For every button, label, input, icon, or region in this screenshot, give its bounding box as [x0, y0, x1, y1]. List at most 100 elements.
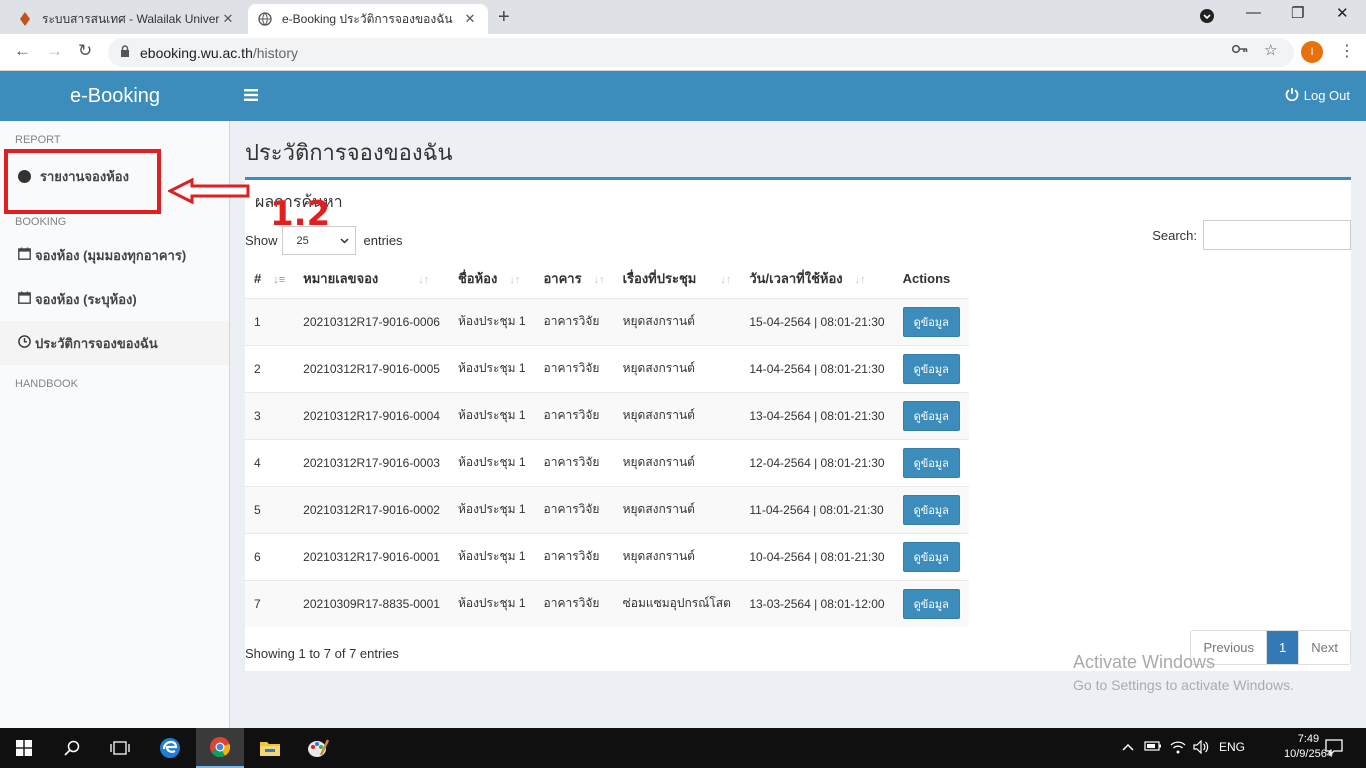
cell-no: 4: [245, 438, 295, 486]
browser-tab[interactable]: ระบบสารสนเทศ - Walailak Universit ✕: [8, 4, 246, 34]
file-explorer-icon[interactable]: [246, 728, 294, 768]
browser-tab-active[interactable]: e-Booking ประวัติการจองของฉัน ✕: [248, 4, 488, 34]
view-details-button[interactable]: ดูข้อมูล: [902, 353, 960, 384]
close-window-icon[interactable]: ✕: [1336, 4, 1349, 22]
sidebar-item-my-history[interactable]: ประวัติการจองของฉัน: [0, 321, 229, 365]
windows-start-icon[interactable]: [0, 728, 48, 768]
url-path: /history: [252, 44, 298, 61]
main-content: ประวัติการจองของฉัน ผลการค้นหา Show 25 e…: [230, 121, 1366, 728]
close-tab-icon[interactable]: ✕: [462, 11, 478, 27]
sort-icon: ↓↑: [509, 274, 521, 287]
restore-icon[interactable]: ❐: [1291, 4, 1304, 22]
sort-icon: ↓↑: [418, 274, 430, 287]
sidebar-header-handbook: HANDBOOK: [15, 378, 78, 390]
cell-datetime: 14-04-2564 | 08:01-21:30: [740, 344, 894, 392]
back-arrow-icon[interactable]: ←: [14, 41, 31, 61]
annotation-highlight-box: [4, 149, 161, 214]
chrome-browser-icon[interactable]: [196, 728, 244, 768]
cell-building: อาคารวิจัย: [534, 579, 614, 627]
key-icon[interactable]: [1231, 41, 1248, 58]
notifications-icon[interactable]: [1325, 738, 1343, 759]
search-icon[interactable]: [48, 728, 96, 768]
edge-browser-icon[interactable]: [146, 728, 194, 768]
activate-windows-watermark: Activate Windows Go to Settings to activ…: [1073, 652, 1294, 693]
pagination-next[interactable]: Next: [1298, 631, 1350, 664]
column-header-datetime[interactable]: วัน/เวลาที่ใช้ห้อง ↓↑: [740, 260, 893, 298]
column-header-room[interactable]: ชื่อห้อง ↓↑: [449, 260, 535, 298]
view-details-button[interactable]: ดูข้อมูล: [902, 447, 960, 478]
cell-datetime: 11-04-2564 | 08:01-21:30: [740, 485, 894, 533]
search-control: Search:: [1152, 220, 1351, 250]
column-header-subject[interactable]: เรื่องที่ประชุม ↓↑: [614, 260, 741, 298]
volume-icon[interactable]: [1193, 739, 1209, 757]
watermark-subtitle: Go to Settings to activate Windows.: [1073, 677, 1294, 693]
cell-building: อาคารวิจัย: [534, 297, 614, 345]
power-icon: [1285, 87, 1299, 104]
entries-label: entries: [363, 233, 403, 248]
tray-chevron-up-icon[interactable]: [1122, 740, 1134, 754]
view-details-button[interactable]: ดูข้อมูล: [902, 306, 960, 337]
browser-toolbar: ← → ↻ ebooking.wu.ac.th/history ☆ I ⋮: [0, 34, 1366, 71]
app-logo[interactable]: e-Booking: [0, 71, 230, 121]
sort-icon: ↓↑: [593, 274, 605, 287]
cell-room: ห้องประชุม 1: [448, 579, 535, 627]
cell-subject: หยุดสงกรานต์: [613, 438, 741, 486]
cell-subject: หยุดสงกรานต์: [613, 391, 741, 439]
column-header-no[interactable]: # ↓≡: [245, 260, 294, 298]
task-view-icon[interactable]: [96, 728, 144, 768]
tab-search-icon[interactable]: [1199, 8, 1215, 28]
minimize-icon[interactable]: —: [1246, 4, 1261, 21]
browser-menu-icon[interactable]: ⋮: [1339, 41, 1355, 61]
cell-subject: หยุดสงกรานต์: [613, 485, 741, 533]
cell-datetime: 13-04-2564 | 08:01-21:30: [740, 391, 894, 439]
sidebar-item-book-by-room[interactable]: จองห้อง (ระบุห้อง): [0, 277, 229, 321]
view-details-button[interactable]: ดูข้อมูล: [902, 588, 960, 619]
university-favicon-icon: [18, 12, 32, 26]
cell-actions: ดูข้อมูล: [893, 391, 969, 439]
results-box: ผลการค้นหา Show 25 entries Search: # ↓≡ …: [245, 177, 1351, 671]
close-tab-icon[interactable]: ✕: [220, 11, 236, 27]
view-details-button[interactable]: ดูข้อมูล: [902, 400, 960, 431]
profile-avatar[interactable]: I: [1301, 41, 1323, 63]
cell-actions: ดูข้อมูล: [893, 532, 969, 580]
logout-button[interactable]: Log Out: [1285, 87, 1350, 104]
sidebar-item-label: จองห้อง (ระบุห้อง): [35, 291, 137, 307]
cell-building: อาคารวิจัย: [534, 485, 614, 533]
address-bar[interactable]: ebooking.wu.ac.th/history: [108, 38, 1294, 67]
battery-icon[interactable]: [1144, 740, 1162, 755]
paint-icon[interactable]: [294, 728, 342, 768]
sidebar-item-book-all-buildings[interactable]: จองห้อง (มุมมองทุกอาคาร): [0, 233, 229, 277]
language-indicator[interactable]: ENG: [1219, 740, 1245, 754]
windows-taskbar: ENG 7:49 10/9/2564: [0, 728, 1366, 768]
cell-actions: ดูข้อมูล: [893, 579, 969, 627]
cell-room: ห้องประชุม 1: [448, 438, 535, 486]
cell-booking-id: 20210312R17-9016-0002: [294, 485, 449, 533]
bookmark-star-icon[interactable]: ☆: [1264, 41, 1277, 59]
view-details-button[interactable]: ดูข้อมูล: [902, 541, 960, 572]
view-details-button[interactable]: ดูข้อมูล: [902, 494, 960, 525]
table-header-row: # ↓≡ หมายเลขจอง ↓↑ ชื่อห้อง ↓↑ อาคาร ↓↑ เรื่…: [245, 260, 969, 298]
annotation-step-label: 1.2: [270, 194, 331, 234]
tab-title: ระบบสารสนเทศ - Walailak Universit: [42, 11, 220, 26]
reload-icon[interactable]: ↻: [78, 41, 92, 61]
hamburger-menu-icon[interactable]: [244, 85, 258, 106]
cell-room: ห้องประชุม 1: [448, 532, 535, 580]
wifi-icon[interactable]: [1170, 740, 1186, 757]
sort-icon: ↓↑: [720, 274, 732, 287]
column-header-booking-id[interactable]: หมายเลขจอง ↓↑: [294, 260, 449, 298]
cell-datetime: 15-04-2564 | 08:01-21:30: [740, 297, 894, 345]
clock-icon: [18, 335, 31, 351]
forward-arrow-icon[interactable]: →: [46, 41, 63, 61]
watermark-title: Activate Windows: [1073, 652, 1216, 672]
cell-actions: ดูข้อมูล: [893, 438, 969, 486]
search-input[interactable]: [1203, 220, 1351, 250]
new-tab-button[interactable]: +: [498, 6, 510, 29]
column-header-building[interactable]: อาคาร ↓↑: [535, 260, 614, 298]
cell-datetime: 13-03-2564 | 08:01-12:00: [740, 579, 894, 627]
cell-subject: หยุดสงกรานต์: [613, 344, 741, 392]
sidebar-item-label: ประวัติการจองของฉัน: [35, 335, 158, 351]
logout-label: Log Out: [1303, 88, 1350, 103]
cell-booking-id: 20210312R17-9016-0001: [294, 532, 449, 580]
cell-no: 5: [245, 485, 295, 533]
cell-booking-id: 20210312R17-9016-0003: [294, 438, 449, 486]
